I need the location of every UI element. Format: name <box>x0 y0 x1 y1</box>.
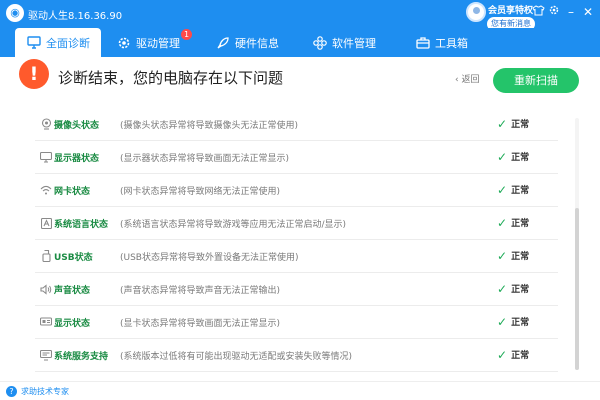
check-icon: ✓ <box>497 347 508 362</box>
tab-label: 工具箱 <box>435 36 468 50</box>
camera-icon <box>40 118 52 130</box>
list-item: 网卡状态 (网卡状态异常将导致网络无法正常使用) ✓ 正常 <box>35 174 558 207</box>
status-label: 正常 <box>511 120 530 130</box>
diagnosis-header: ! 诊断结束，您的电脑存在以下问题 ‹ 返回 重新扫描 <box>0 57 600 105</box>
notification-badge: 1 <box>181 29 192 40</box>
back-link[interactable]: ‹ 返回 <box>455 72 479 85</box>
help-icon: ? <box>6 386 17 397</box>
alert-icon: ! <box>19 59 49 89</box>
status-label: 正常 <box>511 252 530 262</box>
gear-icon <box>116 35 131 50</box>
app-title: 驱动人生8.16.36.90 <box>28 11 123 22</box>
back-label: 返回 <box>461 75 480 85</box>
title-bar: ◉ 驱动人生8.16.36.90 会员享特权 您有新消息 – ✕ <box>0 0 600 31</box>
item-description: (显卡状态异常将导致画面无法正常显示) <box>120 319 281 329</box>
settings-gear-icon[interactable] <box>546 4 562 20</box>
status-badge: ✓ 正常 <box>497 281 530 296</box>
check-icon: ✓ <box>497 116 508 131</box>
status-badge: ✓ 正常 <box>497 182 530 197</box>
tab-driver-management[interactable]: 驱动管理 <box>116 28 180 57</box>
user-avatar[interactable] <box>466 2 486 22</box>
list-item: 系统服务支持 (系统版本过低将有可能出现驱动无适配或安装失败等情况) ✓ 正常 <box>35 339 558 372</box>
app-logo-icon: ◉ <box>6 4 24 22</box>
language-icon <box>40 217 52 229</box>
scrollbar-thumb[interactable] <box>575 208 579 370</box>
tab-software-management[interactable]: 软件管理 <box>312 28 376 57</box>
item-description: (网卡状态异常将导致网络无法正常使用) <box>120 187 281 197</box>
status-label: 正常 <box>511 153 530 163</box>
display-icon <box>40 151 52 163</box>
item-name: USB状态 <box>54 253 93 263</box>
item-name: 系统服务支持 <box>54 352 109 362</box>
item-name: 显示器状态 <box>54 154 100 164</box>
tab-label: 全面诊断 <box>46 36 90 50</box>
check-icon: ✓ <box>497 248 508 263</box>
status-label: 正常 <box>511 285 530 295</box>
check-icon: ✓ <box>497 149 508 164</box>
item-name: 摄像头状态 <box>54 121 100 131</box>
list-item: 显示器状态 (显示器状态异常将导致画面无法正常显示) ✓ 正常 <box>35 141 558 174</box>
minimize-button[interactable]: – <box>563 4 579 20</box>
status-label: 正常 <box>511 186 530 196</box>
item-description: (系统语言状态异常将导致游戏等应用无法正常启动/显示) <box>120 220 347 230</box>
close-button[interactable]: ✕ <box>580 4 596 20</box>
status-badge: ✓ 正常 <box>497 215 530 230</box>
status-label: 正常 <box>511 351 530 361</box>
item-description: (声音状态异常将导致声音无法正常输出) <box>120 286 281 296</box>
monitor-icon <box>26 35 41 50</box>
item-description: (显示器状态异常将导致画面无法正常显示) <box>120 154 290 164</box>
check-icon: ✓ <box>497 182 508 197</box>
main-tabs: 全面诊断 驱动管理 1 硬件信息 软件管理 工具箱 <box>0 28 600 57</box>
item-description: (USB状态异常将导致外置设备无法正常使用) <box>120 253 299 263</box>
apps-icon <box>312 35 327 50</box>
service-icon <box>40 349 52 361</box>
shirt-icon[interactable] <box>530 4 546 20</box>
expert-help-link[interactable]: 求助技术专家 <box>21 386 69 397</box>
list-item: 显示状态 (显卡状态异常将导致画面无法正常显示) ✓ 正常 <box>35 306 558 339</box>
speaker-icon <box>40 283 52 295</box>
item-description: (摄像头状态异常将导致摄像头无法正常使用) <box>120 121 299 131</box>
status-label: 正常 <box>511 318 530 328</box>
list-item: 声音状态 (声音状态异常将导致声音无法正常输出) ✓ 正常 <box>35 273 558 306</box>
status-label: 正常 <box>511 219 530 229</box>
check-icon: ✓ <box>497 281 508 296</box>
list-item: 摄像头状态 (摄像头状态异常将导致摄像头无法正常使用) ✓ 正常 <box>35 108 558 141</box>
item-name: 网卡状态 <box>54 187 91 197</box>
tab-label: 软件管理 <box>332 36 376 50</box>
list-item: USB状态 (USB状态异常将导致外置设备无法正常使用) ✓ 正常 <box>35 240 558 273</box>
item-name: 系统语言状态 <box>54 220 109 230</box>
graphics-card-icon <box>40 316 52 328</box>
status-badge: ✓ 正常 <box>497 347 530 362</box>
check-icon: ✓ <box>497 215 508 230</box>
tab-hardware-info[interactable]: 硬件信息 <box>215 28 279 57</box>
tab-label: 硬件信息 <box>235 36 279 50</box>
status-badge: ✓ 正常 <box>497 248 530 263</box>
footer-bar: ? 求助技术专家 <box>0 381 600 400</box>
status-badge: ✓ 正常 <box>497 314 530 329</box>
usb-icon <box>40 250 52 262</box>
status-badge: ✓ 正常 <box>497 149 530 164</box>
list-item: 系统语言状态 (系统语言状态异常将导致游戏等应用无法正常启动/显示) ✓ 正常 <box>35 207 558 240</box>
diagnosis-list: 摄像头状态 (摄像头状态异常将导致摄像头无法正常使用) ✓ 正常 显示器状态 (显… <box>0 108 600 378</box>
page-title: 诊断结束，您的电脑存在以下问题 <box>58 69 284 87</box>
rocket-icon <box>215 35 230 50</box>
item-description: (系统版本过低将有可能出现驱动无适配或安装失败等情况) <box>120 352 353 362</box>
tab-label: 驱动管理 <box>136 36 180 50</box>
rescan-button[interactable]: 重新扫描 <box>493 68 579 93</box>
check-icon: ✓ <box>497 314 508 329</box>
status-badge: ✓ 正常 <box>497 116 530 131</box>
toolbox-icon <box>415 35 430 50</box>
wifi-icon <box>40 184 52 196</box>
tab-full-diagnosis[interactable]: 全面诊断 <box>15 28 101 57</box>
item-name: 声音状态 <box>54 286 91 296</box>
item-name: 显示状态 <box>54 319 91 329</box>
vip-privilege-link[interactable]: 会员享特权 <box>488 3 533 16</box>
tab-toolbox[interactable]: 工具箱 <box>415 28 468 57</box>
